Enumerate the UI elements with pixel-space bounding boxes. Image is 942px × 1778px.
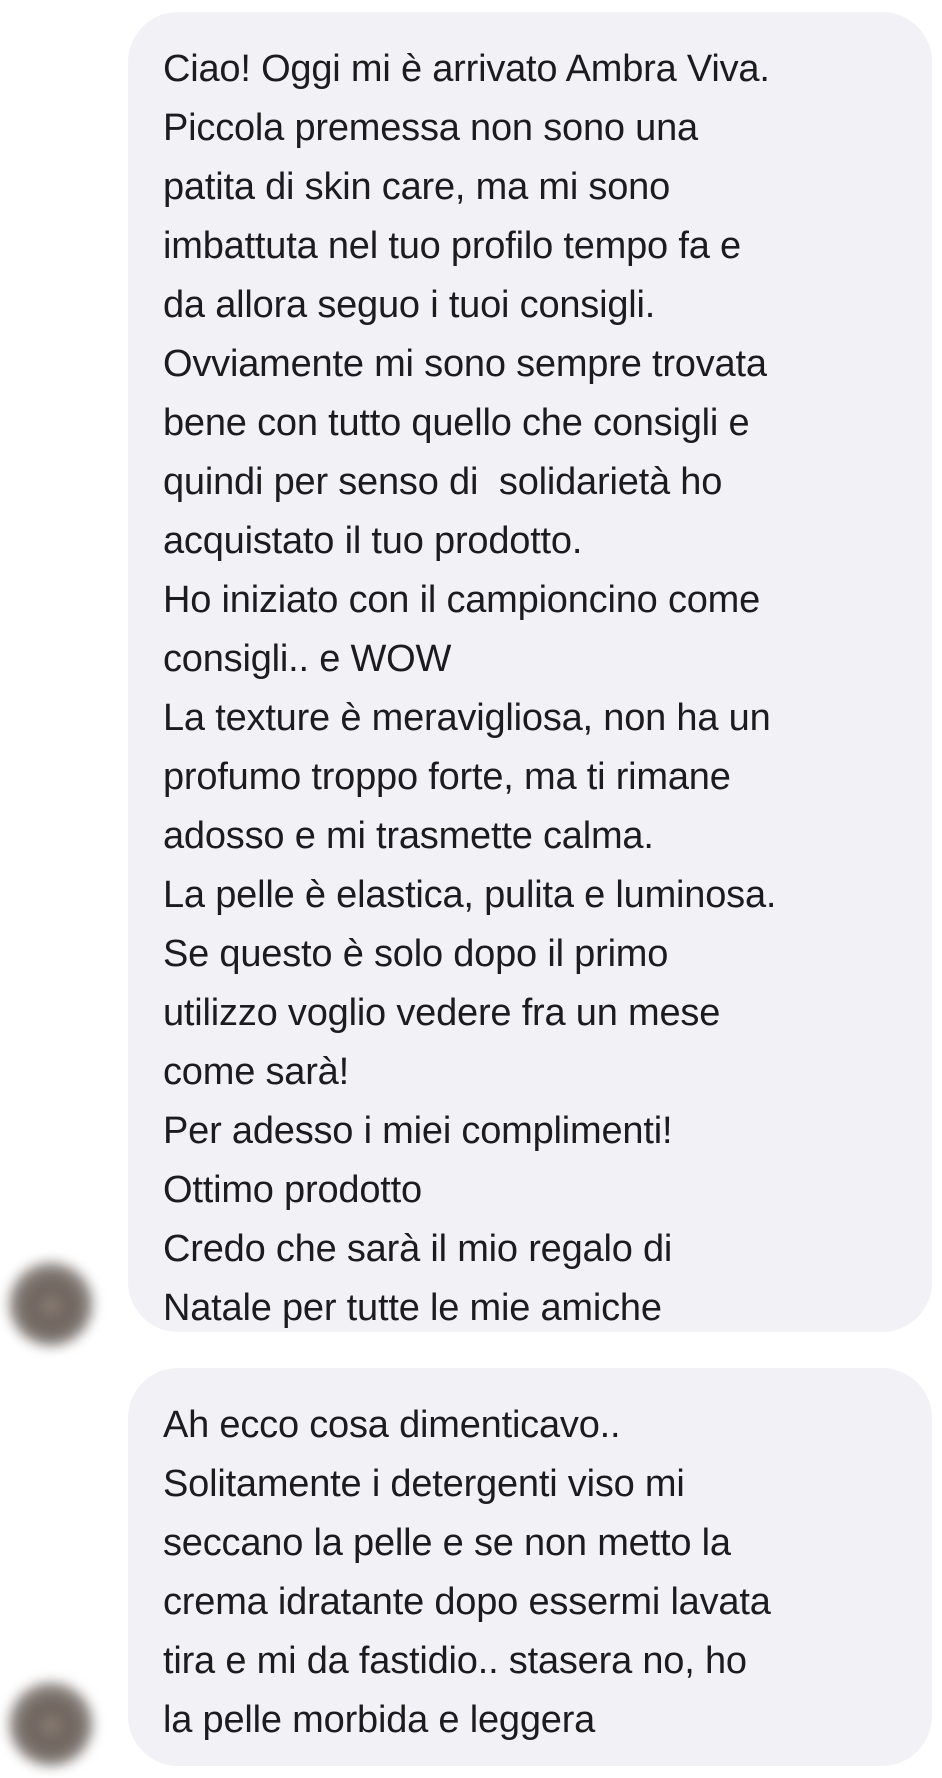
message-line: Piccola premessa non sono una — [163, 107, 698, 149]
message-line: Ciao! Oggi mi è arrivato Ambra Viva. — [163, 48, 770, 90]
message-line: profumo troppo forte, ma ti rimane — [163, 756, 731, 798]
message-line: Natale per tutte le mie amiche — [163, 1287, 662, 1329]
message-line: crema idratante dopo essermi lavata — [163, 1581, 771, 1623]
message-line: imbattuta nel tuo profilo tempo fa e — [163, 225, 741, 267]
sender-avatar[interactable] — [9, 1682, 93, 1766]
message-line: bene con tutto quello che consigli e — [163, 402, 750, 444]
message-line: come sarà! — [163, 1051, 349, 1093]
message-line: Per adesso i miei complimenti! — [163, 1110, 673, 1152]
message-line: Credo che sarà il mio regalo di — [163, 1228, 673, 1270]
message-line: Ah ecco cosa dimenticavo.. — [163, 1404, 621, 1446]
message-bubble[interactable]: Ciao! Oggi mi è arrivato Ambra Viva. Pic… — [128, 12, 932, 1332]
message-line: acquistato il tuo prodotto. — [163, 520, 583, 562]
message-line: Ho iniziato con il campioncino come — [163, 579, 761, 621]
message-line: La texture è meravigliosa, non ha un — [163, 697, 771, 739]
message-line: consigli.. e WOW — [163, 638, 452, 680]
message-line: La pelle è elastica, pulita e luminosa. — [163, 874, 777, 916]
message-bubble[interactable]: Ah ecco cosa dimenticavo.. Solitamente i… — [128, 1368, 932, 1766]
message-line: la pelle morbida e leggera — [163, 1699, 596, 1741]
message-line: Ottimo prodotto — [163, 1169, 422, 1211]
message-line: patita di skin care, ma mi sono — [163, 166, 671, 208]
message-line: tira e mi da fastidio.. stasera no, ho — [163, 1640, 747, 1682]
message-line: quindi per senso di solidarietà ho — [163, 461, 723, 503]
message-line: utilizzo voglio vedere fra un mese — [163, 992, 721, 1034]
message-line: Se questo è solo dopo il primo — [163, 933, 669, 975]
sender-avatar[interactable] — [9, 1262, 93, 1346]
message-line: Ovviamente mi sono sempre trovata — [163, 343, 767, 385]
message-line: da allora seguo i tuoi consigli. — [163, 284, 656, 326]
message-line: adosso e mi trasmette calma. — [163, 815, 654, 857]
message-line: Solitamente i detergenti viso mi — [163, 1463, 685, 1505]
message-line: seccano la pelle e se non metto la — [163, 1522, 731, 1564]
